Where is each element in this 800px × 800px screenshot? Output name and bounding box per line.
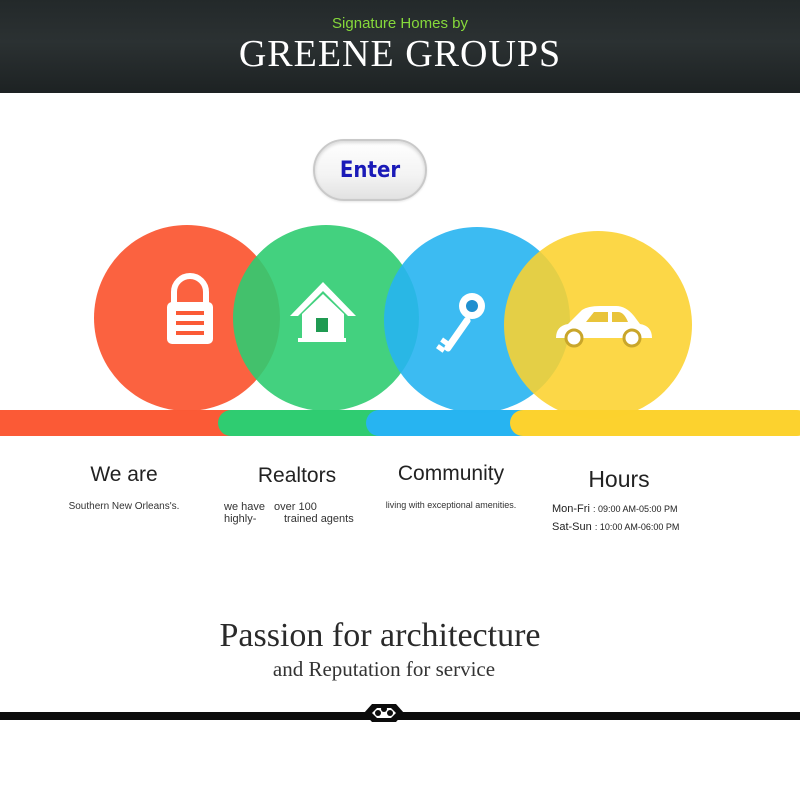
ornament-icon [364,704,404,722]
hours-row: Mon-Fri : 09:00 AM-05:00 PM [552,503,678,515]
feature-heading: Community [397,462,505,485]
feature-col-realtors: Realtors we have over 100 highly- traine… [222,464,372,527]
feature-text: we have over 100 highly- trained agents [224,501,354,525]
feature-heading: Hours [588,466,650,492]
feature-col-hours: Hours Mon-Fri : 09:00 AM-05:00 PM Sat-Su… [544,466,694,533]
feature-heading: We are [90,463,158,486]
site-header: Signature Homes by GREENE GROUPS [0,0,800,93]
feature-text: living with exceptional amenities. [385,500,517,510]
brand-title: GREENE GROUPS [238,33,562,75]
feature-circles [0,225,800,436]
hours-row: Sat-Sun : 10:00 AM-06:00 PM [552,521,680,533]
feature-heading: Realtors [257,464,337,487]
feature-text: Southern New Orleans's. [68,501,180,512]
yellow-stripe [510,410,800,436]
enter-button[interactable]: Enter [313,139,427,201]
feature-col-we-are: We are Southern New Orleans's. [64,463,184,512]
tagline-headline: Passion for architecture [219,617,541,654]
feature-col-community: Community living with exceptional amenit… [376,462,526,510]
tagline-subline: and Reputation for service [272,657,496,681]
header-subtitle: Signature Homes by [332,15,468,32]
